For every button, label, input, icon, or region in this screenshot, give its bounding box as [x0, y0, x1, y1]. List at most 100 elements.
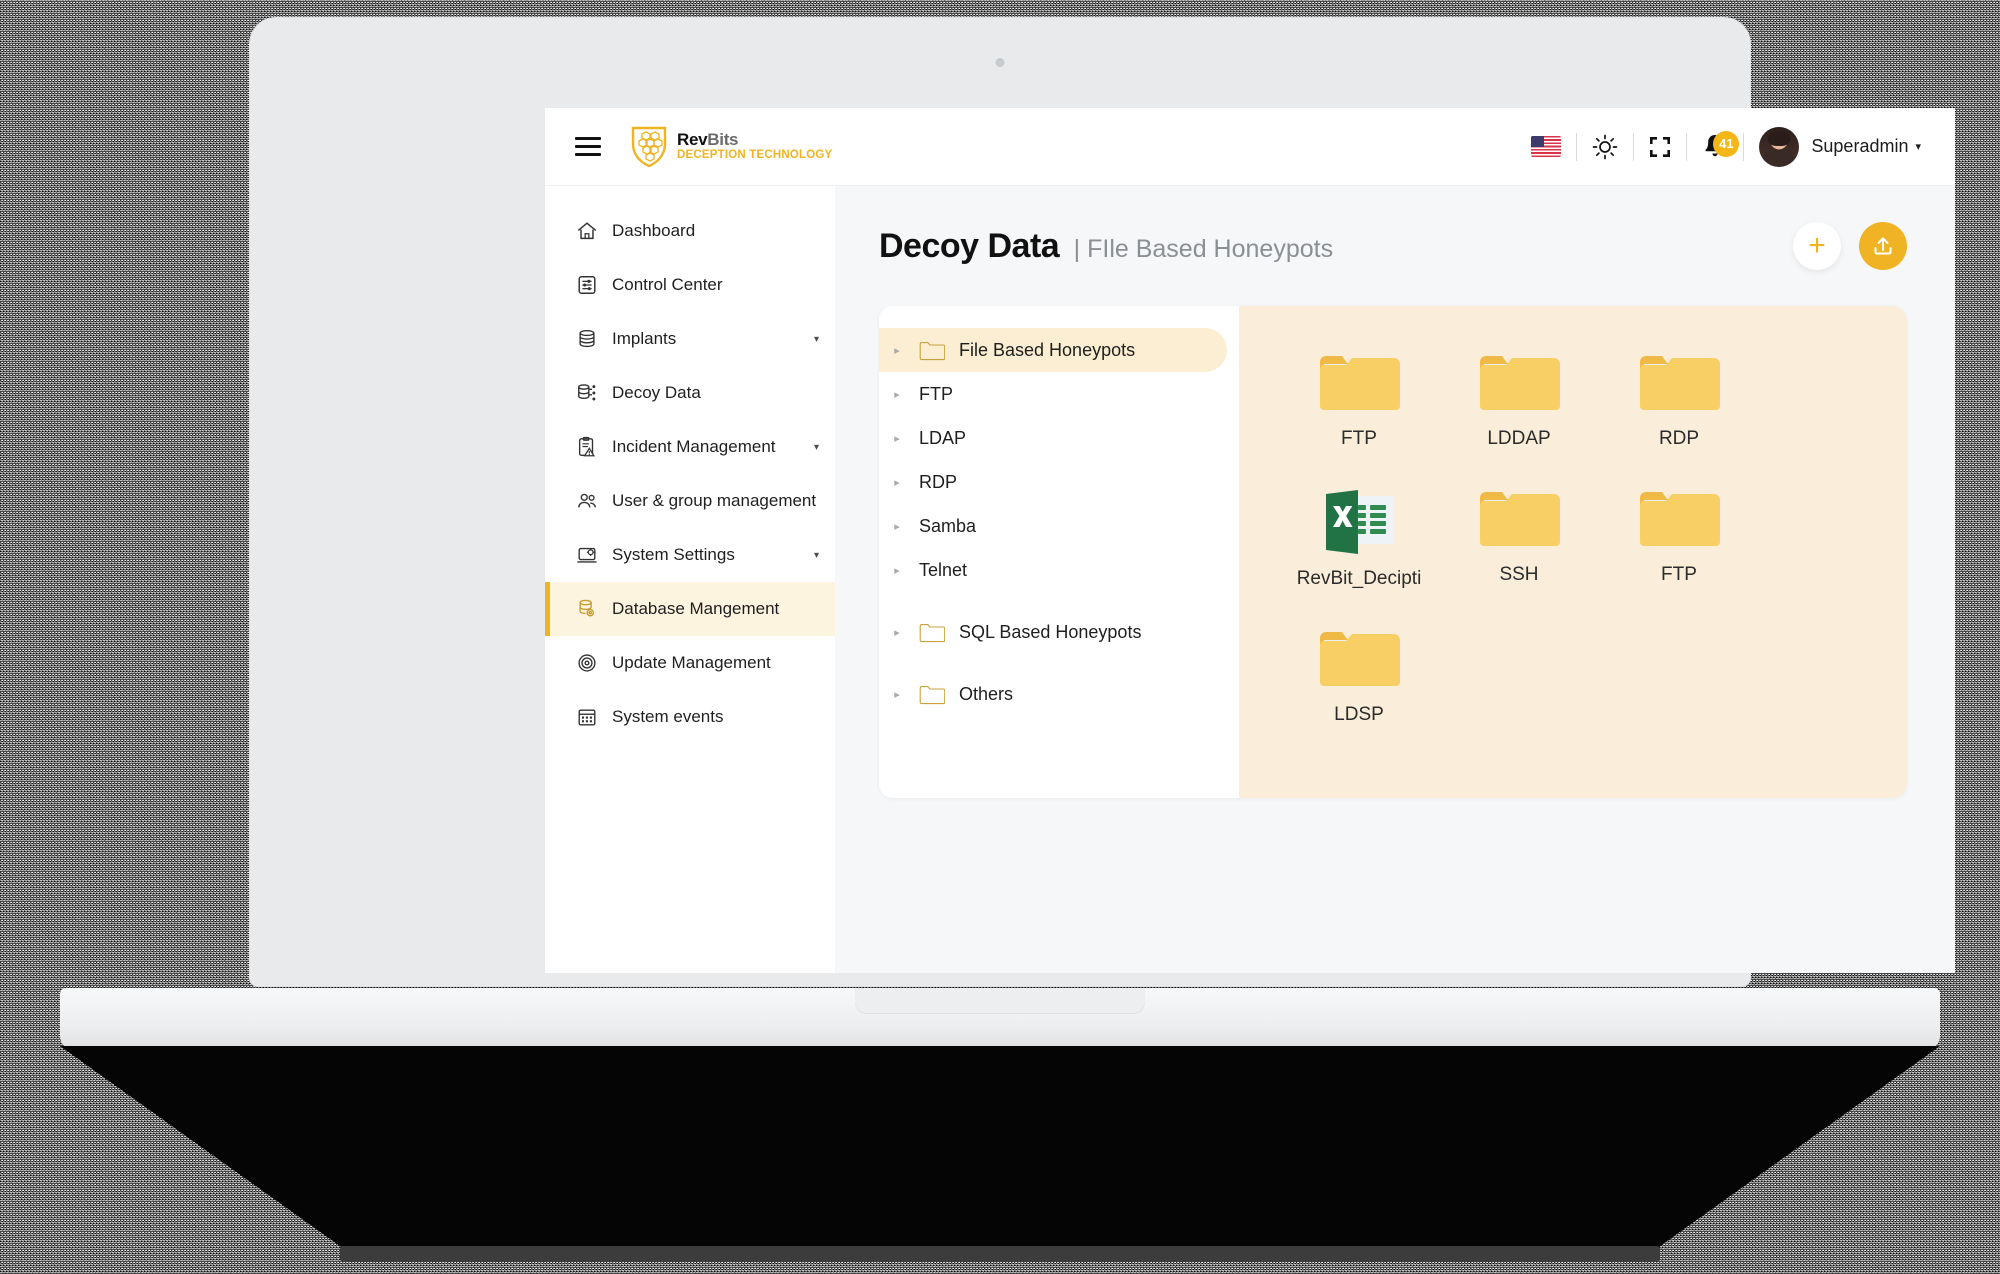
folder-icon [1320, 632, 1400, 686]
tree-node-label: File Based Honeypots [959, 339, 1136, 360]
tree-node-label: RDP [919, 471, 958, 492]
sidebar-nav: Dashboard Control Center Implants ▾ Deco… [545, 186, 835, 973]
notifications-button[interactable]: 41 [1687, 130, 1743, 161]
hamburger-bar [575, 145, 601, 148]
sidebar-item-user-group-management[interactable]: User & group management [545, 474, 835, 528]
expander-icon[interactable]: ▸ [889, 344, 905, 357]
sidebar-item-control-center[interactable]: Control Center [545, 258, 835, 312]
sidebar-item-implants[interactable]: Implants ▾ [545, 312, 835, 366]
tree-node-label: Others [959, 683, 1014, 704]
sidebar-item-system-events[interactable]: System events [545, 690, 835, 744]
file-item[interactable]: FTP [1279, 352, 1439, 450]
file-item[interactable]: RevBit_Decipti [1279, 488, 1439, 590]
home-icon [578, 222, 596, 240]
honeypot-tree: ▸ File Based Honeypots ▸ FTP ▸ LDAP ▸ RD… [879, 306, 1239, 798]
user-menu[interactable]: Superadmin ▾ [1744, 126, 1921, 167]
file-grid: FTP LDDAP RDP RevBit_Decipti SSH FTP LDS… [1239, 306, 1907, 798]
tree-node-others[interactable]: ▸ Others [879, 672, 1227, 716]
page-title: Decoy Data [879, 226, 1060, 265]
expander-icon[interactable]: ▸ [889, 626, 905, 639]
sidebar-item-label: Database Mangement [612, 599, 780, 618]
notification-badge: 41 [1713, 130, 1740, 157]
tree-node-sql-based-honeypots[interactable]: ▸ SQL Based Honeypots [879, 610, 1227, 654]
expander-icon[interactable]: ▸ [889, 520, 905, 533]
sidebar-item-label: Incident Management [612, 437, 776, 456]
file-label: FTP [1341, 428, 1377, 449]
sun-icon [1593, 134, 1618, 159]
tree-node-file-based-honeypots[interactable]: ▸ File Based Honeypots [879, 328, 1227, 372]
fullscreen-icon [1650, 136, 1671, 157]
expander-icon[interactable]: ▸ [889, 476, 905, 489]
file-item[interactable]: SSH [1439, 488, 1599, 590]
tree-node-ftp[interactable]: ▸ FTP [879, 372, 1227, 416]
laptop-settings-icon [577, 547, 597, 563]
fullscreen-button[interactable] [1634, 136, 1686, 158]
sidebar-item-label: Dashboard [612, 221, 696, 240]
tree-node-rdp[interactable]: ▸ RDP [879, 460, 1227, 504]
tree-node-label: SQL Based Honeypots [959, 621, 1142, 642]
tree-node-label: Samba [919, 515, 977, 536]
sidebar-item-update-management[interactable]: Update Management [545, 636, 835, 690]
calendar-icon [578, 709, 596, 726]
theme-toggle-button[interactable] [1577, 134, 1633, 160]
sidebar-item-dashboard[interactable]: Dashboard [545, 204, 835, 258]
honeypot-panel: ▸ File Based Honeypots ▸ FTP ▸ LDAP ▸ RD… [879, 306, 1907, 798]
file-item[interactable]: FTP [1599, 488, 1759, 590]
file-label: LDDAP [1487, 428, 1551, 449]
file-item[interactable]: LDDAP [1439, 352, 1599, 450]
chevron-down-icon: ▾ [813, 333, 819, 345]
upload-button[interactable] [1859, 222, 1907, 270]
folder-icon [1640, 356, 1720, 410]
sidebar-item-label: Decoy Data [612, 383, 701, 402]
clipboard-alert-icon [578, 436, 596, 457]
chevron-down-icon: ▾ [813, 441, 819, 453]
hamburger-menu-icon[interactable] [575, 137, 601, 156]
tree-node-label: FTP [919, 383, 953, 404]
tree-node-samba[interactable]: ▸ Samba [879, 504, 1227, 548]
user-name-label: Superadmin [1811, 136, 1909, 156]
language-selector[interactable] [1516, 136, 1576, 157]
page-actions: + [1793, 222, 1907, 270]
expander-icon[interactable]: ▸ [889, 432, 905, 445]
sidebar-item-label: User & group management [612, 491, 817, 510]
sidebar-item-incident-management[interactable]: Incident Management ▾ [545, 420, 835, 474]
add-button[interactable]: + [1793, 222, 1841, 270]
header-right-group: 41 Superadmin ▾ [1516, 126, 1921, 167]
file-label: RDP [1658, 428, 1700, 449]
flag-canton [1531, 136, 1545, 148]
folder-outline-icon [919, 341, 945, 360]
tree-node-ldap[interactable]: ▸ LDAP [879, 416, 1227, 460]
laptop-mockup: RevBits DECEPTION TECHNOLOGY 41 Superadm… [0, 0, 2000, 1274]
file-label: FTP [1661, 564, 1697, 585]
tree-node-label: LDAP [919, 427, 967, 448]
expander-icon[interactable]: ▸ [889, 564, 905, 577]
page-header: Decoy Data | FIle Based Honeypots + [879, 222, 1907, 270]
brand-text: RevBits DECEPTION TECHNOLOGY [677, 131, 832, 162]
sidebar-item-database-mangement[interactable]: Database Mangement [545, 582, 835, 636]
database-gear-icon [579, 599, 595, 617]
file-item[interactable]: LDSP [1279, 628, 1439, 726]
file-item[interactable]: RDP [1599, 352, 1759, 450]
sidebar-item-label: System Settings [612, 545, 735, 564]
sidebar-item-label: Update Management [612, 653, 771, 672]
folder-icon [1320, 356, 1400, 410]
sidebar-item-label: System events [612, 707, 724, 726]
laptop-foot [340, 1246, 1660, 1262]
expander-icon[interactable]: ▸ [889, 388, 905, 401]
expander-icon[interactable]: ▸ [889, 688, 905, 701]
laptop-screen: RevBits DECEPTION TECHNOLOGY 41 Superadm… [545, 108, 1955, 973]
tree-node-telnet[interactable]: ▸ Telnet [879, 548, 1227, 592]
app-body: Dashboard Control Center Implants ▾ Deco… [545, 186, 1955, 973]
sidebar-item-decoy-data[interactable]: Decoy Data [545, 366, 835, 420]
header-left-group: RevBits DECEPTION TECHNOLOGY [575, 126, 832, 168]
file-label: SSH [1499, 564, 1539, 585]
file-label: RevBit_Decipti [1296, 568, 1422, 589]
file-label: LDSP [1334, 704, 1384, 725]
brand-logo[interactable]: RevBits DECEPTION TECHNOLOGY [631, 126, 832, 168]
decoy-database-icon [578, 384, 596, 401]
sidebar-item-label: Implants [612, 329, 677, 348]
sidebar-item-system-settings[interactable]: System Settings ▾ [545, 528, 835, 582]
laptop-base [60, 988, 1940, 1050]
